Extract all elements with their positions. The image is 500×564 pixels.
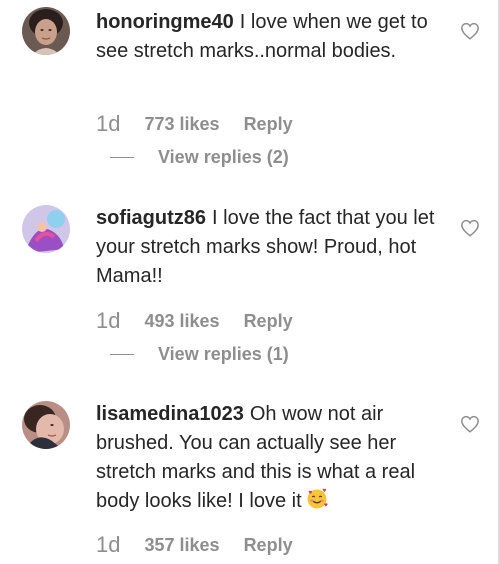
profile-photo-icon	[22, 7, 70, 55]
heart-icon[interactable]	[460, 415, 480, 433]
smiling-face-with-hearts-icon	[306, 488, 328, 519]
view-replies-button[interactable]: View replies (1)	[110, 343, 289, 365]
replies-divider	[110, 353, 134, 355]
heart-icon[interactable]	[460, 22, 480, 40]
reply-button[interactable]: Reply	[244, 535, 293, 556]
comment-time: 1d	[96, 111, 121, 136]
view-replies-button[interactable]: View replies (2)	[110, 146, 289, 168]
heart-icon[interactable]	[460, 219, 480, 237]
reply-button[interactable]: Reply	[244, 114, 293, 135]
view-replies-label: View replies (1)	[158, 343, 289, 364]
comment-time: 1d	[96, 308, 121, 333]
avatar[interactable]	[22, 205, 70, 253]
comment-meta: 1d 773 likes Reply	[96, 111, 293, 136]
reply-button[interactable]: Reply	[244, 311, 293, 332]
replies-divider	[110, 156, 134, 158]
likes-count[interactable]: 773 likes	[144, 114, 219, 135]
comment-username[interactable]: honoringme40	[96, 11, 234, 33]
comment-text: sofiagutz86 I love the fact that you let …	[96, 204, 446, 291]
likes-count[interactable]: 493 likes	[144, 311, 219, 332]
comment-text: lisamedina1023 Oh wow not air brushed. Yo…	[96, 400, 446, 519]
likes-count[interactable]: 357 likes	[144, 535, 219, 556]
view-replies-label: View replies (2)	[158, 146, 289, 167]
comment-username[interactable]: sofiagutz86	[96, 207, 206, 229]
profile-photo-icon	[22, 205, 70, 253]
avatar[interactable]	[22, 7, 70, 55]
comment-meta: 1d 493 likes Reply	[96, 308, 293, 333]
comment-username[interactable]: lisamedina1023	[96, 403, 244, 425]
comment-time: 1d	[96, 532, 121, 557]
comment-meta: 1d 357 likes Reply	[96, 532, 293, 557]
profile-photo-icon	[22, 401, 70, 449]
avatar[interactable]	[22, 401, 70, 449]
comment-text: honoringme40 I love when we get to see st…	[96, 8, 446, 66]
